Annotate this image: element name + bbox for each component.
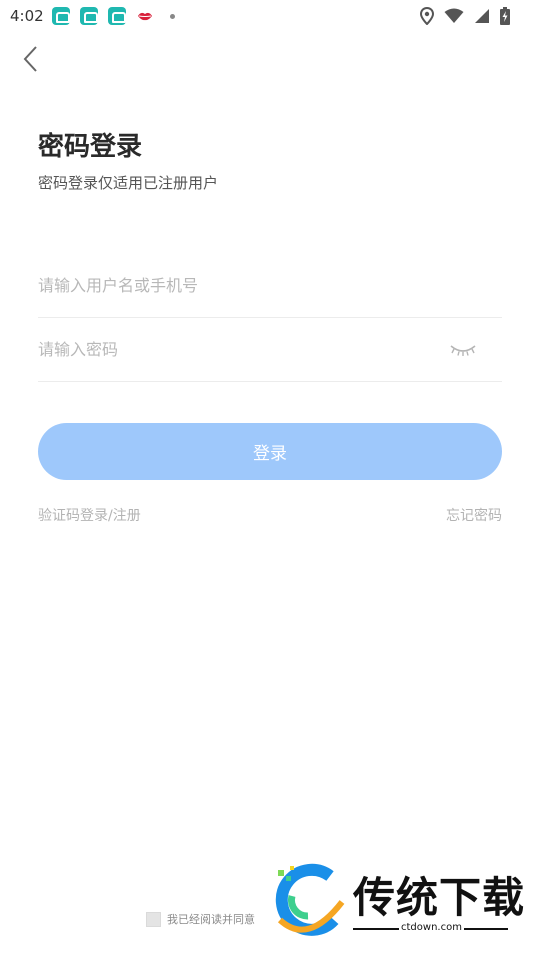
location-icon	[420, 7, 434, 25]
watermark: 传统下载 ctdown.com	[268, 862, 524, 940]
watermark-divider	[464, 928, 508, 930]
login-button[interactable]: 登录	[38, 423, 502, 480]
car-app-icon	[107, 7, 126, 25]
signal-icon	[475, 9, 489, 23]
lips-icon	[137, 12, 152, 21]
watermark-title: 传统下载	[353, 873, 526, 922]
chevron-left-icon	[23, 46, 37, 72]
back-button[interactable]	[14, 42, 46, 76]
watermark-url: ctdown.com	[401, 922, 462, 933]
status-bar: 4:02	[0, 0, 540, 32]
page-title: 密码登录	[38, 132, 143, 162]
sms-login-link[interactable]: 验证码登录/注册	[38, 505, 141, 525]
password-field	[38, 318, 502, 382]
car-app-icon	[51, 7, 70, 25]
agreement-text: 我已经阅读并同意	[167, 913, 255, 926]
password-input[interactable]	[38, 340, 502, 359]
wifi-icon	[444, 8, 464, 23]
page-subtitle: 密码登录仅适用已注册用户	[38, 174, 219, 192]
dot-icon	[169, 13, 175, 19]
username-field	[38, 254, 502, 318]
status-right-icons	[420, 0, 510, 32]
agreement-row: 我已经阅读并同意	[146, 911, 255, 927]
battery-charging-icon	[500, 7, 510, 25]
status-time: 4:02	[10, 7, 44, 25]
username-input[interactable]	[38, 276, 502, 295]
watermark-divider	[353, 928, 399, 930]
agreement-checkbox[interactable]	[146, 911, 161, 927]
watermark-logo-icon	[275, 863, 345, 936]
eye-closed-icon[interactable]	[450, 342, 476, 358]
login-screen: 4:02 密码登录 密码登录仅适用已注册用户 请输入用户名或手机号 登录 验证码…	[0, 0, 540, 960]
car-app-icon	[79, 7, 98, 25]
forgot-password-link[interactable]: 忘记密码	[446, 505, 502, 525]
